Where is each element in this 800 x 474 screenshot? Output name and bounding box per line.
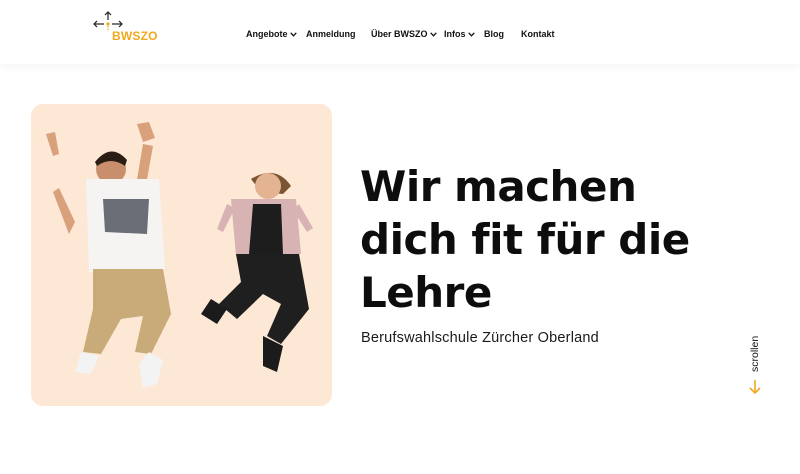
headline-line: dich fit für die — [360, 215, 690, 264]
nav-item-label: Blog — [484, 29, 504, 39]
nav-item-label: Über BWSZO — [371, 29, 428, 39]
chevron-down-icon — [289, 32, 297, 37]
nav-item-angebote[interactable]: Angebote — [246, 27, 297, 41]
logo-text: BWSZO — [112, 29, 158, 43]
nav-item-infos[interactable]: Infos — [444, 27, 475, 41]
hero-headline: Wir machen dich fit für die Lehre — [360, 160, 740, 319]
nav-item-blog[interactable]: Blog — [484, 27, 504, 41]
site-header: BWSZO Angebote Anmeldung Über BWSZO Info… — [0, 0, 800, 64]
headline-line: Lehre — [360, 268, 492, 317]
nav-item-label: Infos — [444, 29, 466, 39]
nav-item-label: Anmeldung — [306, 29, 356, 39]
hero-subtitle: Berufswahlschule Zürcher Oberland — [361, 330, 599, 346]
scroll-indicator[interactable]: scrollen — [746, 330, 766, 400]
nav-item-label: Kontakt — [521, 29, 555, 39]
nav-item-label: Angebote — [246, 29, 288, 39]
nav-item-kontakt[interactable]: Kontakt — [521, 27, 555, 41]
jumping-students-illustration — [46, 122, 313, 388]
chevron-down-icon — [467, 32, 475, 37]
headline-line: Wir machen — [360, 162, 637, 211]
nav-item-ueber-bwszo[interactable]: Über BWSZO — [371, 27, 437, 41]
chevron-down-icon — [429, 32, 437, 37]
logo[interactable]: BWSZO — [92, 10, 162, 44]
arrow-down-icon — [749, 380, 761, 395]
hero-image — [31, 104, 332, 406]
scroll-label: scrollen — [749, 335, 761, 372]
nav-item-anmeldung[interactable]: Anmeldung — [306, 27, 356, 41]
